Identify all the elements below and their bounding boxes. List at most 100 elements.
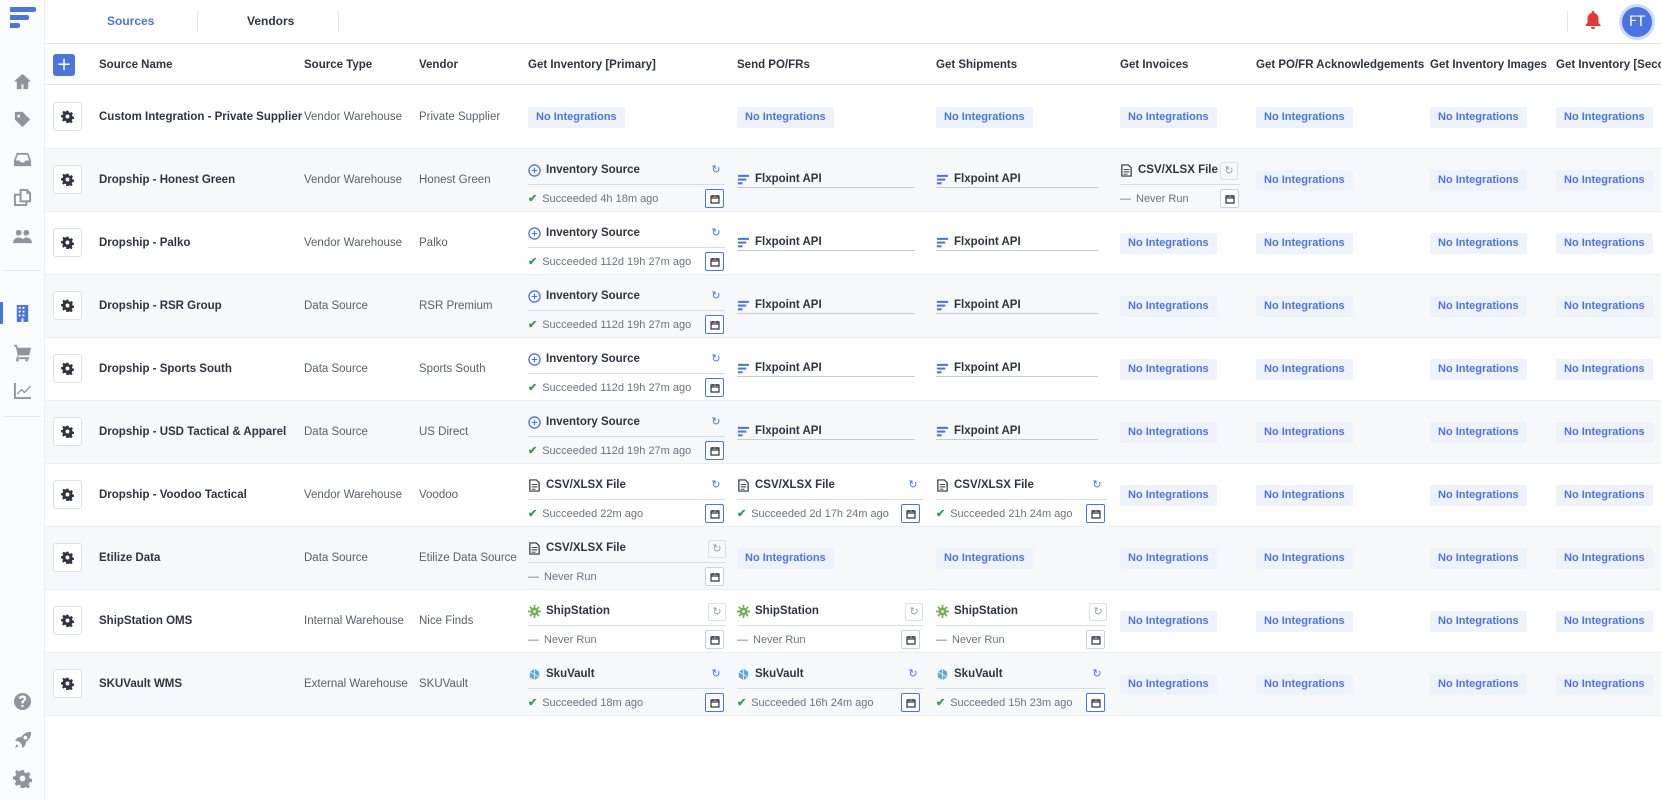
flxpoint-api-label[interactable]: Flxpoint API: [737, 421, 822, 441]
header-source-type[interactable]: Source Type: [304, 45, 372, 85]
flxpoint-api-label[interactable]: Flxpoint API: [936, 295, 1021, 315]
no-integrations-inv[interactable]: No Integrations: [528, 107, 625, 128]
integration-name[interactable]: Inventory Source: [528, 412, 640, 432]
no-integrations-po[interactable]: No Integrations: [737, 548, 834, 569]
calendar-icon[interactable]: [705, 189, 724, 208]
source-name[interactable]: Custom Integration - Private Supplier: [99, 86, 302, 149]
no-integrations-sec[interactable]: No Integrations: [1556, 233, 1653, 254]
refresh-icon[interactable]: ↻: [708, 288, 724, 304]
integration-name[interactable]: Inventory Source: [528, 223, 640, 243]
refresh-icon[interactable]: ↻: [708, 162, 724, 178]
bell-icon[interactable]: [1585, 11, 1601, 32]
refresh-icon[interactable]: ↻: [1089, 666, 1105, 682]
refresh-icon[interactable]: ↻: [708, 603, 726, 621]
row-settings-button[interactable]: [53, 354, 82, 383]
no-integrations-invoices[interactable]: No Integrations: [1120, 359, 1217, 380]
flxpoint-api-label[interactable]: Flxpoint API: [737, 169, 822, 189]
refresh-icon[interactable]: ↻: [1089, 477, 1105, 493]
integration-name[interactable]: CSV/XLSX File: [1120, 160, 1218, 180]
no-integrations-invoices[interactable]: No Integrations: [1120, 611, 1217, 632]
no-integrations-sec[interactable]: No Integrations: [1556, 674, 1653, 695]
no-integrations-ack[interactable]: No Integrations: [1256, 359, 1353, 380]
no-integrations-invoices[interactable]: No Integrations: [1120, 548, 1217, 569]
source-name[interactable]: Dropship - Palko: [99, 212, 190, 275]
header-get-inventory-images[interactable]: Get Inventory Images: [1430, 45, 1547, 85]
integration-name[interactable]: CSV/XLSX File: [936, 475, 1034, 495]
inv-integration[interactable]: CSV/XLSX File ↻ — Never Run: [528, 527, 726, 590]
integration-name[interactable]: SkuVault: [528, 664, 595, 684]
calendar-icon[interactable]: [901, 504, 920, 523]
tab-sources[interactable]: Sources: [107, 0, 154, 44]
no-integrations-img[interactable]: No Integrations: [1430, 170, 1527, 191]
po-integration[interactable]: SkuVault ↻ ✔ Succeeded 16h 24m ago: [737, 653, 923, 716]
header-get-invoices[interactable]: Get Invoices: [1120, 45, 1188, 85]
avatar[interactable]: FT: [1619, 4, 1655, 40]
calendar-icon[interactable]: [1086, 504, 1105, 523]
flxpoint-api-label[interactable]: Flxpoint API: [936, 232, 1021, 252]
no-integrations-sec[interactable]: No Integrations: [1556, 107, 1653, 128]
no-integrations-po[interactable]: No Integrations: [737, 107, 834, 128]
calendar-icon[interactable]: [705, 441, 724, 460]
integration-name[interactable]: CSV/XLSX File: [528, 538, 626, 558]
integration-name[interactable]: ShipStation: [737, 601, 819, 621]
no-integrations-invoices[interactable]: No Integrations: [1120, 296, 1217, 317]
no-integrations-ack[interactable]: No Integrations: [1256, 233, 1353, 254]
flxpoint-api-label[interactable]: Flxpoint API: [737, 232, 822, 252]
chart-icon[interactable]: [0, 375, 45, 405]
ship-integration[interactable]: Flxpoint API: [936, 338, 1106, 401]
inv-integration[interactable]: SkuVault ↻ ✔ Succeeded 18m ago: [528, 653, 725, 716]
no-integrations-img[interactable]: No Integrations: [1430, 233, 1527, 254]
no-integrations-ack[interactable]: No Integrations: [1256, 548, 1353, 569]
inv-integration[interactable]: CSV/XLSX File ↻ ✔ Succeeded 22m ago: [528, 464, 725, 527]
source-name[interactable]: Dropship - Honest Green: [99, 149, 235, 212]
calendar-icon[interactable]: [705, 378, 724, 397]
no-integrations-sec[interactable]: No Integrations: [1556, 170, 1653, 191]
no-integrations-ack[interactable]: No Integrations: [1256, 485, 1353, 506]
po-integration[interactable]: Flxpoint API: [737, 275, 923, 338]
po-integration[interactable]: Flxpoint API: [737, 212, 923, 275]
po-integration[interactable]: Flxpoint API: [737, 149, 923, 212]
no-integrations-img[interactable]: No Integrations: [1430, 674, 1527, 695]
no-integrations-img[interactable]: No Integrations: [1430, 296, 1527, 317]
source-name[interactable]: ShipStation OMS: [99, 590, 192, 653]
refresh-icon[interactable]: ↻: [708, 351, 724, 367]
integration-name[interactable]: CSV/XLSX File: [737, 475, 835, 495]
header-get-po-fr-acknowledgements[interactable]: Get PO/FR Acknowledgements: [1256, 45, 1424, 85]
integration-name[interactable]: ShipStation: [936, 601, 1018, 621]
source-name[interactable]: Dropship - Voodoo Tactical: [99, 464, 247, 527]
inv-integration[interactable]: ShipStation ↻ — Never Run: [528, 590, 726, 653]
no-integrations-ack[interactable]: No Integrations: [1256, 107, 1353, 128]
no-integrations-ship[interactable]: No Integrations: [936, 548, 1033, 569]
users-icon[interactable]: [0, 221, 45, 251]
row-settings-button[interactable]: [53, 102, 82, 131]
building-icon[interactable]: [0, 298, 45, 328]
source-name[interactable]: Etilize Data: [99, 527, 160, 590]
ship-integration[interactable]: Flxpoint API: [936, 401, 1106, 464]
inv-integration[interactable]: Inventory Source ↻ ✔ Succeeded 112d 19h 27m…: [528, 401, 725, 464]
no-integrations-sec[interactable]: No Integrations: [1556, 548, 1653, 569]
no-integrations-sec[interactable]: No Integrations: [1556, 611, 1653, 632]
flxpoint-api-label[interactable]: Flxpoint API: [737, 358, 822, 378]
source-name[interactable]: Dropship - Sports South: [99, 338, 232, 401]
row-settings-button[interactable]: [53, 417, 82, 446]
no-integrations-invoices[interactable]: No Integrations: [1120, 233, 1217, 254]
flxpoint-api-label[interactable]: Flxpoint API: [936, 169, 1021, 189]
inv-integration[interactable]: Inventory Source ↻ ✔ Succeeded 112d 19h 27m…: [528, 212, 725, 275]
calendar-icon[interactable]: [705, 693, 724, 712]
inv-integration[interactable]: Inventory Source ↻ ✔ Succeeded 112d 19h 27m…: [528, 275, 725, 338]
refresh-icon[interactable]: ↻: [1220, 162, 1238, 180]
flxpoint-api-label[interactable]: Flxpoint API: [936, 421, 1021, 441]
no-integrations-img[interactable]: No Integrations: [1430, 611, 1527, 632]
refresh-icon[interactable]: ↻: [708, 225, 724, 241]
refresh-icon[interactable]: ↻: [708, 414, 724, 430]
header-get-inventory-secondary[interactable]: Get Inventory [Seco: [1556, 45, 1661, 85]
tag-icon[interactable]: [0, 104, 45, 134]
flxpoint-api-label[interactable]: Flxpoint API: [936, 358, 1021, 378]
home-icon[interactable]: [0, 66, 45, 96]
tab-vendors[interactable]: Vendors: [247, 0, 294, 44]
add-source-button[interactable]: +: [53, 54, 75, 76]
calendar-icon[interactable]: [901, 693, 920, 712]
flxpoint-logo[interactable]: [10, 7, 36, 31]
documents-icon[interactable]: [0, 182, 45, 212]
refresh-icon[interactable]: ↻: [905, 666, 921, 682]
